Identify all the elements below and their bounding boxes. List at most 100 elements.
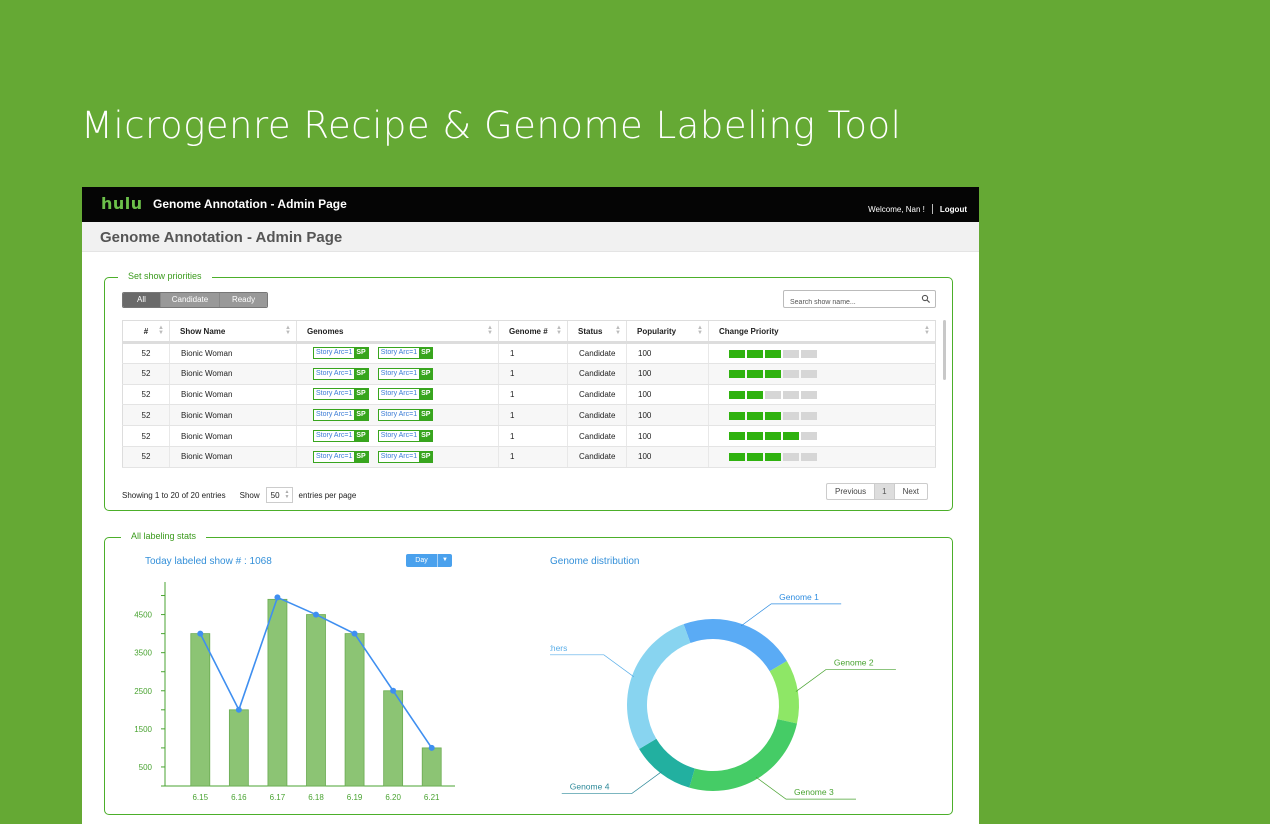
bar[interactable]	[344, 633, 365, 787]
donut-slice[interactable]	[639, 738, 695, 788]
priority-segment[interactable]	[729, 411, 745, 420]
sort-icon[interactable]: ▲ ▼	[158, 325, 164, 336]
priority-segment[interactable]	[783, 349, 799, 358]
line-point[interactable]	[390, 687, 397, 694]
filter-ready-button[interactable]: Ready	[220, 293, 267, 307]
donut-slice[interactable]	[627, 624, 691, 750]
search-icon[interactable]	[921, 294, 931, 304]
column-header[interactable]: Popularity ▲ ▼	[626, 320, 709, 344]
next-page-button[interactable]: Next	[895, 484, 927, 499]
priority-segment[interactable]	[783, 370, 799, 379]
sort-icon[interactable]: ▲ ▼	[697, 325, 703, 336]
priority-segment[interactable]	[729, 390, 745, 399]
column-header[interactable]: Show Name ▲ ▼	[169, 320, 297, 344]
priority-segment[interactable]	[747, 349, 763, 358]
priority-segment[interactable]	[765, 432, 781, 441]
bar[interactable]	[267, 598, 288, 787]
priority-segment[interactable]	[729, 370, 745, 379]
table-row[interactable]: 52 Bionic Woman Story Arc=1 SP Story Arc=1 SP…	[122, 446, 936, 468]
donut-slice[interactable]	[689, 719, 797, 791]
genome-tag[interactable]: Story Arc=1 SP	[313, 450, 369, 463]
bar[interactable]	[421, 747, 442, 787]
logout-link[interactable]: Logout	[940, 205, 967, 214]
priority-segment[interactable]	[765, 411, 781, 420]
hulu-logo[interactable]: hulu	[101, 194, 143, 213]
sort-icon[interactable]: ▲ ▼	[924, 325, 930, 336]
priority-segment[interactable]	[747, 453, 763, 462]
genome-tag[interactable]: Story Arc=1 SP	[313, 430, 369, 443]
previous-page-button[interactable]: Previous	[827, 484, 876, 499]
priority-segment[interactable]	[729, 432, 745, 441]
priority-segment[interactable]	[783, 453, 799, 462]
genome-tag[interactable]: Story Arc=1 SP	[313, 347, 369, 360]
search-show-field[interactable]	[783, 290, 936, 311]
bar[interactable]	[306, 614, 326, 787]
priority-segment[interactable]	[747, 411, 763, 420]
donut-slice[interactable]	[769, 660, 799, 724]
table-row[interactable]: 52 Bionic Woman Story Arc=1 SP Story Arc=1 SP…	[122, 384, 936, 406]
priority-segment[interactable]	[729, 349, 745, 358]
bar[interactable]	[190, 633, 211, 787]
priority-segment[interactable]	[747, 432, 763, 441]
priority-segment[interactable]	[801, 453, 817, 462]
page-size-select[interactable]: 50 ▲ ▼	[265, 487, 293, 503]
line-point[interactable]	[197, 630, 204, 637]
priority-bar[interactable]	[729, 349, 819, 358]
priority-segment[interactable]	[747, 370, 763, 379]
table-row[interactable]: 52 Bionic Woman Story Arc=1 SP Story Arc=1 SP…	[122, 342, 936, 364]
priority-segment[interactable]	[765, 390, 781, 399]
priority-segment[interactable]	[801, 390, 817, 399]
priority-bar[interactable]	[729, 390, 819, 399]
line-point[interactable]	[313, 611, 319, 618]
priority-segment[interactable]	[765, 349, 781, 358]
priority-segment[interactable]	[729, 453, 745, 462]
line-point[interactable]	[351, 630, 358, 637]
genome-tag[interactable]: Story Arc=1 SP	[377, 450, 434, 463]
line-point[interactable]	[274, 594, 281, 601]
column-header[interactable]: Genomes ▲ ▼	[296, 320, 499, 344]
priority-segment[interactable]	[801, 349, 817, 358]
priority-segment[interactable]	[801, 370, 817, 379]
sort-icon[interactable]: ▲ ▼	[615, 325, 621, 336]
priority-segment[interactable]	[783, 411, 799, 420]
column-header[interactable]: Status ▲ ▼	[567, 320, 627, 344]
priority-segment[interactable]	[783, 390, 799, 399]
table-row[interactable]: 52 Bionic Woman Story Arc=1 SP Story Arc=1 SP…	[122, 404, 936, 427]
column-header[interactable]: Change Priority ▲ ▼	[708, 320, 936, 344]
priority-bar[interactable]	[729, 453, 819, 462]
priority-bar[interactable]	[729, 432, 819, 441]
genome-tag[interactable]: Story Arc=1 SP	[377, 367, 434, 380]
filter-all-button[interactable]: All	[123, 293, 161, 307]
priority-bar[interactable]	[729, 411, 819, 420]
priority-segment[interactable]	[765, 453, 781, 462]
bar[interactable]	[383, 690, 404, 787]
genome-tag[interactable]: Story Arc=1 SP	[377, 347, 434, 360]
filter-candidate-button[interactable]: Candidate	[161, 293, 220, 307]
priority-segment[interactable]	[765, 370, 781, 379]
genome-tag[interactable]: Story Arc=1 SP	[377, 388, 434, 401]
line-point[interactable]	[235, 706, 242, 713]
priority-segment[interactable]	[783, 432, 799, 441]
priority-segment[interactable]	[747, 390, 763, 399]
genome-tag[interactable]: Story Arc=1 SP	[377, 430, 434, 443]
bar[interactable]	[228, 709, 249, 787]
sort-icon[interactable]: ▲ ▼	[487, 325, 493, 336]
search-input[interactable]	[784, 294, 916, 311]
table-scrollbar[interactable]	[943, 320, 946, 380]
column-header[interactable]: Genome # ▲ ▼	[498, 320, 568, 344]
column-header[interactable]: # ▲ ▼	[122, 320, 170, 344]
sort-icon[interactable]: ▲ ▼	[556, 325, 562, 336]
range-dropdown[interactable]: Day ▼	[406, 554, 452, 567]
priority-bar[interactable]	[729, 370, 819, 379]
genome-tag[interactable]: Story Arc=1 SP	[377, 409, 434, 422]
table-row[interactable]: 52 Bionic Woman Story Arc=1 SP Story Arc=1 SP…	[122, 363, 936, 385]
priority-segment[interactable]	[801, 432, 817, 441]
page-1-button[interactable]: 1	[875, 484, 895, 499]
table-row[interactable]: 52 Bionic Woman Story Arc=1 SP Story Arc=1 SP…	[122, 425, 936, 447]
donut-slice[interactable]	[683, 619, 787, 672]
priority-segment[interactable]	[801, 411, 817, 420]
genome-tag[interactable]: Story Arc=1 SP	[313, 367, 369, 380]
genome-tag[interactable]: Story Arc=1 SP	[313, 388, 369, 401]
line-point[interactable]	[428, 744, 435, 751]
genome-tag[interactable]: Story Arc=1 SP	[313, 409, 369, 422]
